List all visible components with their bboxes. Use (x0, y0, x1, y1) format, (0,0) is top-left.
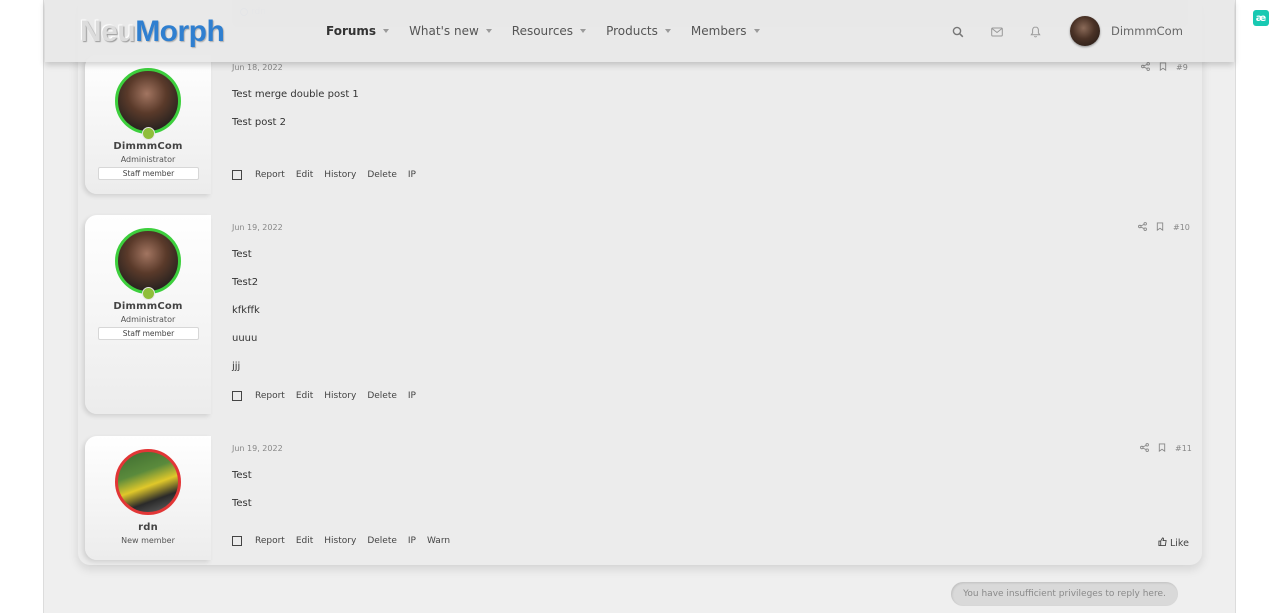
history-link[interactable]: History (324, 536, 356, 546)
post-author-name[interactable]: rdn (85, 522, 211, 533)
chevron-down-icon[interactable] (753, 29, 760, 33)
post-date[interactable]: Jun 19, 2022 (232, 444, 283, 453)
post-meta: #10 (1138, 222, 1190, 233)
edit-link[interactable]: Edit (296, 170, 313, 180)
post-text-line: Test (232, 470, 252, 481)
post-text-line: Test (232, 498, 252, 509)
mail-icon[interactable] (991, 25, 1030, 39)
post-text-line: Test merge double post 1 (232, 89, 359, 100)
post-text-line: jjj (232, 361, 241, 372)
user-title: Administrator (120, 315, 176, 324)
nav-label: Members (690, 24, 747, 38)
post-meta: #9 (1141, 62, 1188, 73)
post-number[interactable]: #10 (1173, 223, 1190, 232)
nav-forums[interactable]: Forums (326, 24, 390, 38)
post-date[interactable]: Jun 19, 2022 (232, 223, 283, 232)
bookmark-icon[interactable] (1156, 222, 1164, 233)
user-title: Administrator (120, 155, 176, 164)
post-actions: Report Edit History Delete IP (232, 170, 427, 180)
site-logo[interactable]: NeuMorph (80, 14, 225, 50)
nav-label: What's new (409, 24, 479, 38)
report-link[interactable]: Report (255, 170, 285, 180)
delete-link[interactable]: Delete (367, 391, 397, 401)
user-title: New member (121, 536, 175, 545)
thumbs-up-icon (1158, 537, 1167, 549)
chevron-down-icon[interactable] (383, 29, 390, 33)
like-button[interactable]: Like (1158, 537, 1189, 549)
avatar[interactable] (115, 449, 181, 515)
post-meta: #11 (1140, 443, 1192, 454)
nav-label: Products (606, 24, 658, 38)
edit-link[interactable]: Edit (296, 391, 313, 401)
header-icons (952, 25, 1069, 39)
post-text-line: kfkffk (232, 305, 260, 316)
online-status-icon (142, 127, 155, 140)
chevron-down-icon[interactable] (580, 29, 587, 33)
reply-notice: You have insufficient privileges to repl… (951, 582, 1178, 606)
online-status-icon (142, 287, 155, 300)
nav-resources[interactable]: Resources (511, 24, 587, 38)
post-text-line: Test2 (232, 277, 259, 288)
share-icon[interactable] (1140, 443, 1149, 454)
account-username[interactable]: DimmmCom (1111, 24, 1183, 38)
logo-part-morph: Morph (135, 15, 225, 48)
ip-link[interactable]: IP (408, 170, 416, 180)
post-author-name[interactable]: DimmmCom (85, 301, 211, 312)
select-post-checkbox[interactable] (232, 536, 242, 546)
chevron-down-icon[interactable] (485, 29, 492, 33)
staff-badge: Staff member (98, 167, 199, 180)
post-number[interactable]: #11 (1175, 444, 1192, 453)
logo-part-neu: Neu (80, 15, 136, 48)
select-post-checkbox[interactable] (232, 391, 242, 401)
post-actions: Report Edit History Delete IP Warn (232, 536, 461, 546)
select-post-checkbox[interactable] (232, 170, 242, 180)
like-label: Like (1170, 537, 1189, 549)
ip-link[interactable]: IP (408, 536, 416, 546)
avatar[interactable] (115, 228, 181, 294)
post-date[interactable]: Jun 18, 2022 (232, 63, 283, 72)
main-nav: Forums What's new Resources Products Mem… (326, 24, 780, 38)
post-text-line: Test post 2 (232, 117, 287, 128)
nav-products[interactable]: Products (606, 24, 671, 38)
history-link[interactable]: History (324, 170, 356, 180)
chevron-down-icon[interactable] (664, 29, 671, 33)
share-icon[interactable] (1138, 222, 1147, 233)
bookmark-icon[interactable] (1159, 62, 1167, 73)
bookmark-icon[interactable] (1158, 443, 1166, 454)
nav-members[interactable]: Members (691, 24, 760, 38)
bell-icon[interactable] (1030, 25, 1069, 39)
nav-label: Resources (511, 24, 574, 38)
nav-whats-new[interactable]: What's new (409, 24, 492, 38)
staff-badge: Staff member (98, 327, 199, 340)
warn-link[interactable]: Warn (427, 536, 450, 546)
post-actions: Report Edit History Delete IP (232, 391, 427, 401)
post-number[interactable]: #9 (1176, 63, 1188, 72)
user-avatar[interactable] (1070, 16, 1100, 46)
report-link[interactable]: Report (255, 391, 285, 401)
report-link[interactable]: Report (255, 536, 285, 546)
delete-link[interactable]: Delete (367, 536, 397, 546)
post-text-line: uuuu (232, 333, 258, 344)
delete-link[interactable]: Delete (367, 170, 397, 180)
share-icon[interactable] (1141, 62, 1150, 73)
ip-link[interactable]: IP (408, 391, 416, 401)
history-link[interactable]: History (324, 391, 356, 401)
post-text-line: Test (232, 249, 252, 260)
addon-badge[interactable]: æ (1253, 10, 1269, 26)
nav-label: Forums (326, 24, 377, 38)
search-icon[interactable] (952, 25, 991, 39)
avatar[interactable] (115, 68, 181, 134)
edit-link[interactable]: Edit (296, 536, 313, 546)
post-author-name[interactable]: DimmmCom (85, 141, 211, 152)
